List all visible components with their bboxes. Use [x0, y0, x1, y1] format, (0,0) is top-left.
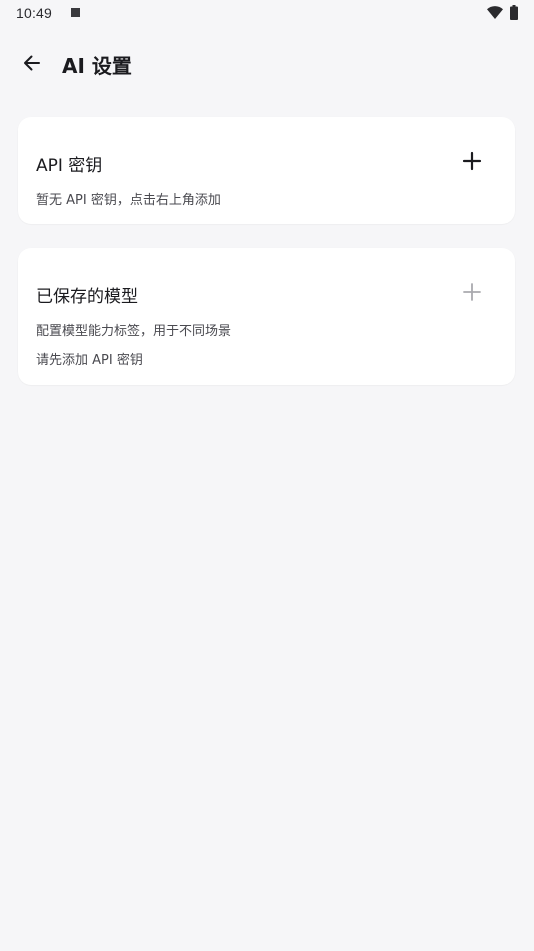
saved-models-card: 已保存的模型 配置模型能力标签，用于不同场景 请先添加 API 密钥 — [18, 248, 515, 385]
add-model-plus-icon[interactable] — [461, 281, 483, 303]
api-keys-empty-text: 暂无 API 密钥，点击右上角添加 — [36, 193, 221, 208]
api-keys-card: API 密钥 暂无 API 密钥，点击右上角添加 — [18, 117, 515, 224]
saved-models-description: 配置模型能力标签，用于不同场景 — [36, 324, 232, 339]
status-bar: 10:49 — [0, 0, 534, 28]
page-title: AI 设置 — [62, 54, 132, 78]
battery-icon — [510, 5, 518, 20]
status-time: 10:49 — [16, 5, 53, 21]
add-api-key-plus-icon[interactable] — [461, 150, 483, 172]
wifi-icon — [487, 6, 503, 19]
app-bar: AI 设置 — [0, 40, 534, 86]
saved-models-title: 已保存的模型 — [36, 287, 138, 307]
notification-icon — [71, 8, 80, 17]
api-keys-title: API 密钥 — [36, 156, 103, 176]
back-arrow-icon[interactable] — [20, 51, 44, 75]
saved-models-hint: 请先添加 API 密钥 — [36, 353, 143, 368]
